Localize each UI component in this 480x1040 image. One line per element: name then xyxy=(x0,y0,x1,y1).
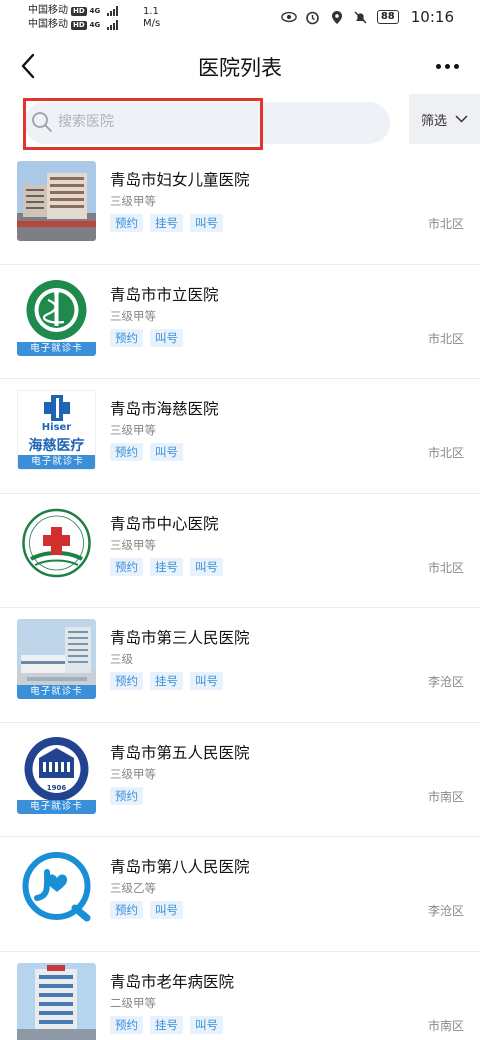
hospital-level: 三级乙等 xyxy=(110,881,156,895)
chevron-down-icon xyxy=(455,115,468,123)
haici-logo-text: 海慈医疗 xyxy=(28,438,85,454)
filter-button[interactable]: 筛选 xyxy=(409,94,480,144)
hd-badge: HD xyxy=(71,20,87,30)
tag-registration[interactable]: 挂号 xyxy=(150,557,183,576)
tag-queue-call[interactable]: 叫号 xyxy=(190,1015,223,1034)
hospital-list-item[interactable]: Hiser 海慈医疗 电子就诊卡 青岛市海慈医院 三级甲等 预约 叫号 市北区 xyxy=(0,379,480,494)
status-bar: 中国移动 HD 4G 中国移动 HD 4G 1.1 M/s 88 10:16 xyxy=(0,0,480,38)
building-photo-icon: 电子就诊卡 xyxy=(17,619,96,699)
district: 市北区 xyxy=(427,331,464,346)
tag-queue-call[interactable]: 叫号 xyxy=(150,443,183,461)
district: 市北区 xyxy=(427,560,464,575)
hospital-name: 青岛市老年病医院 xyxy=(110,972,235,991)
tag-appointment[interactable]: 预约 xyxy=(110,672,143,690)
building-photo-icon xyxy=(17,161,96,241)
hospital-name: 青岛市第三人民医院 xyxy=(110,629,250,647)
alarm-icon xyxy=(305,9,321,25)
central-hospital-logo-icon xyxy=(17,504,96,585)
hospital-level: 三级甲等 xyxy=(110,308,156,323)
speed-value: 1.1 xyxy=(143,6,159,17)
more-options-button[interactable] xyxy=(430,52,464,80)
district: 李沧区 xyxy=(427,904,464,918)
filter-label: 筛选 xyxy=(420,113,447,129)
hospital-level: 三级甲等 xyxy=(110,766,156,781)
signal-icon xyxy=(107,6,119,16)
search-highlight-box xyxy=(23,98,263,150)
hospital-list-item[interactable]: 电子就诊卡 青岛市第三人民医院 三级 预约 挂号 叫号 李沧区 xyxy=(0,608,480,723)
network-speed: 1.1 M/s xyxy=(143,6,160,30)
hospital-list: 青岛市妇女儿童医院 三级甲等 预约 挂号 叫号 市北区 电子就诊卡 青岛市市立医… xyxy=(0,150,480,1040)
signal-icon xyxy=(107,20,119,30)
tag-queue-call[interactable]: 叫号 xyxy=(190,557,223,576)
e-card-badge: 电子就诊卡 xyxy=(17,341,96,356)
tag-appointment[interactable]: 预约 xyxy=(110,786,143,805)
founding-year: 1906 xyxy=(46,783,67,792)
hd-badge: HD xyxy=(71,6,87,16)
tag-queue-call[interactable]: 叫号 xyxy=(150,901,183,919)
district: 市南区 xyxy=(427,1018,464,1033)
district: 市北区 xyxy=(427,217,464,231)
tag-appointment[interactable]: 预约 xyxy=(110,214,143,232)
hospital-name: 青岛市妇女儿童医院 xyxy=(110,171,250,189)
tag-queue-call[interactable]: 叫号 xyxy=(150,328,183,347)
fifth-hospital-logo-icon: 1906 电子就诊卡 xyxy=(17,733,96,814)
district: 市北区 xyxy=(427,446,464,460)
building-photo-icon xyxy=(17,962,96,1040)
hospital-level: 三级甲等 xyxy=(110,423,156,437)
hospital-name: 青岛市市立医院 xyxy=(110,285,219,304)
carrier-info: 中国移动 HD 4G 中国移动 HD 4G xyxy=(28,4,119,32)
district: 市南区 xyxy=(427,789,464,804)
hospital-list-item[interactable]: 青岛市第八人民医院 三级乙等 预约 叫号 李沧区 xyxy=(0,837,480,952)
tag-queue-call[interactable]: 叫号 xyxy=(190,214,223,232)
tag-appointment[interactable]: 预约 xyxy=(110,443,143,461)
search-bar: 筛选 xyxy=(0,94,480,150)
hospital-list-item[interactable]: 青岛市中心医院 三级甲等 预约 挂号 叫号 市北区 xyxy=(0,493,480,608)
municipal-hospital-logo-icon: 电子就诊卡 xyxy=(17,275,96,356)
hospital-list-item[interactable]: 1906 电子就诊卡 青岛市第五人民医院 三级甲等 预约 市南区 xyxy=(0,722,480,837)
clock: 10:16 xyxy=(410,8,454,26)
page-title: 医院列表 xyxy=(198,56,282,80)
network-type: 4G xyxy=(89,21,101,29)
location-icon xyxy=(329,9,345,25)
tag-queue-call[interactable]: 叫号 xyxy=(190,672,223,690)
speed-unit: M/s xyxy=(143,18,161,29)
hospital-level: 三级 xyxy=(110,652,133,666)
hospital-name: 青岛市第五人民医院 xyxy=(110,743,250,762)
hiser-logo-icon: Hiser 海慈医疗 电子就诊卡 xyxy=(17,390,96,470)
back-button[interactable] xyxy=(14,50,42,82)
e-card-badge: 电子就诊卡 xyxy=(17,799,96,814)
carrier-2-label: 中国移动 xyxy=(28,19,68,30)
chevron-left-icon xyxy=(21,53,35,79)
hospital-name: 青岛市第八人民医院 xyxy=(110,858,250,876)
battery-icon: 88 xyxy=(376,10,399,24)
hospital-level: 三级甲等 xyxy=(110,537,156,552)
e-card-badge: 电子就诊卡 xyxy=(17,685,96,699)
e-card-badge: 电子就诊卡 xyxy=(18,455,95,469)
mute-bell-icon xyxy=(353,9,369,25)
tag-registration[interactable]: 挂号 xyxy=(150,1015,183,1034)
hospital-name: 青岛市中心医院 xyxy=(110,514,219,533)
tag-appointment[interactable]: 预约 xyxy=(110,328,143,347)
hiser-logo-text: Hiser xyxy=(41,422,72,433)
hospital-name: 青岛市海慈医院 xyxy=(110,400,219,418)
hospital-list-item[interactable]: 青岛市老年病医院 二级甲等 预约 挂号 叫号 市南区 xyxy=(0,951,480,1040)
hospital-list-item[interactable]: 电子就诊卡 青岛市市立医院 三级甲等 预约 叫号 市北区 xyxy=(0,264,480,379)
network-type: 4G xyxy=(89,7,101,15)
hospital-level: 三级甲等 xyxy=(110,194,156,208)
tag-appointment[interactable]: 预约 xyxy=(110,901,143,919)
hospital-list-item[interactable]: 青岛市妇女儿童医院 三级甲等 预约 挂号 叫号 市北区 xyxy=(0,150,480,265)
carrier-1-label: 中国移动 xyxy=(28,5,68,16)
nav-bar: 医院列表 xyxy=(0,38,480,94)
tag-registration[interactable]: 挂号 xyxy=(150,672,183,690)
tag-registration[interactable]: 挂号 xyxy=(150,214,183,232)
tag-appointment[interactable]: 预约 xyxy=(110,557,143,576)
district: 李沧区 xyxy=(427,675,464,689)
eye-icon xyxy=(281,9,297,25)
tag-appointment[interactable]: 预约 xyxy=(110,1015,143,1034)
eighth-hospital-logo-icon xyxy=(17,848,96,928)
hospital-level: 二级甲等 xyxy=(110,995,156,1010)
